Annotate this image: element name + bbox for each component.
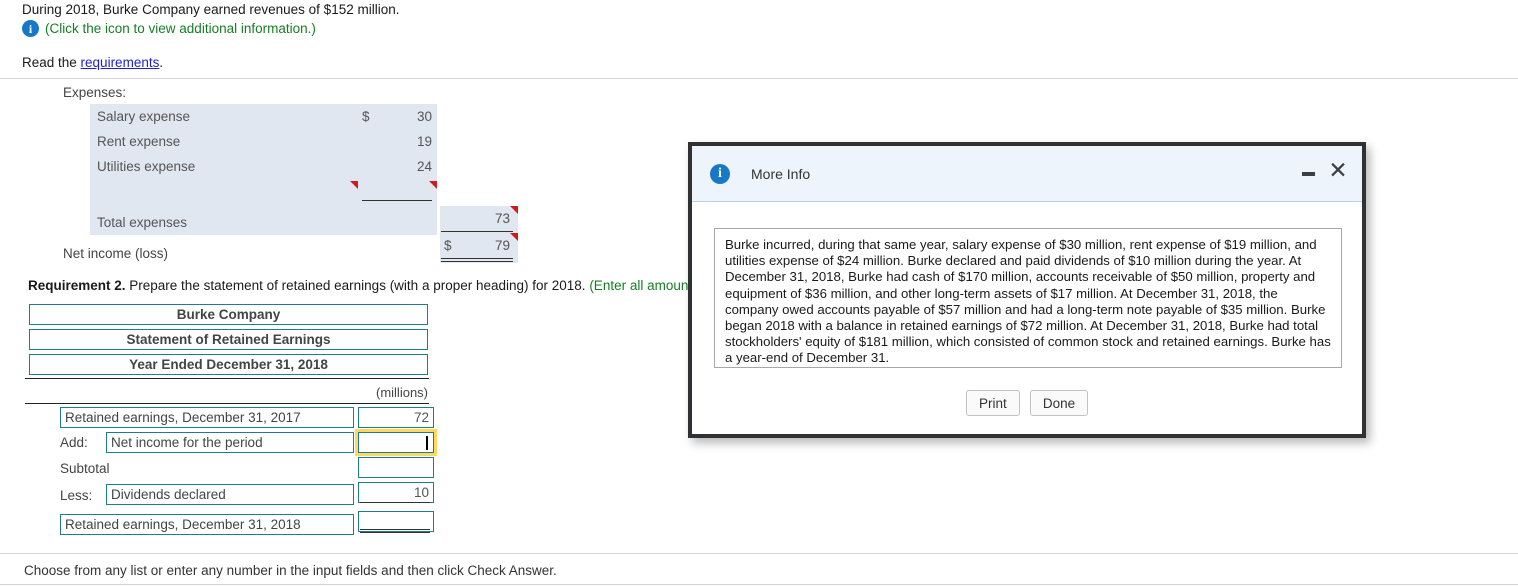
bottom-instruction: Choose from any list or enter any number… [24,563,557,578]
print-button[interactable]: Print [965,390,1020,416]
units-label: (millions) [376,385,428,400]
done-button[interactable]: Done [1029,390,1089,416]
close-icon[interactable]: ✕ [1324,156,1352,184]
total-expenses-amount: 73 [494,211,510,226]
net-income-input[interactable] [358,432,434,453]
statement-rule-under-units [25,403,429,404]
line-label-subtotal: Subtotal [60,461,110,476]
problem-statement-line: During 2018, Burke Company earned revenu… [22,2,400,17]
divider-bottom-2 [0,584,1518,585]
more-info-trigger-row: i (Click the icon to view additional inf… [22,20,316,37]
read-requirements-line: Read the requirements. [22,55,163,70]
line-label-field[interactable]: Dividends declared [106,484,354,505]
expense-row-amount: 24 [416,159,432,174]
expense-row-label: Salary expense [97,109,191,124]
line-prefix-add: Add: [60,435,88,450]
ending-balance-double-rule [360,529,430,533]
requirement-2-text: Prepare the statement of retained earnin… [125,278,590,293]
net-income-amount: 79 [494,238,510,253]
more-info-dialog: i More Info ✕ Burke incurred, during tha… [688,142,1366,438]
statement-heading-company[interactable]: Burke Company [29,304,428,325]
statement-heading-title[interactable]: Statement of Retained Earnings [29,329,428,350]
info-icon-note: (Click the icon to view additional infor… [45,21,316,36]
expense-row-dollar: $ [362,109,370,124]
info-icon: i [710,163,730,184]
expense-row-label: Utilities expense [97,159,196,174]
dialog-title: More Info [751,165,811,182]
error-marker-icon [510,206,518,214]
line-prefix-less: Less: [60,488,93,503]
exercise-page: During 2018, Burke Company earned revenu… [0,0,1518,587]
net-income-double-rule [441,258,513,262]
minimize-icon[interactable] [1298,164,1318,184]
line-label-field[interactable]: Retained earnings, December 31, 2017 [60,407,354,428]
error-marker-icon [429,181,437,189]
expenses-header: Expenses: [63,85,127,100]
total-expenses-label: Total expenses [97,215,188,230]
error-marker-icon [510,233,518,241]
requirements-link[interactable]: requirements [81,55,160,70]
expense-row-label: Rent expense [97,134,181,149]
statement-rule-top [25,378,429,379]
dialog-body-text: Burke incurred, during that same year, s… [714,228,1342,368]
requirement-2-number: Requirement 2. [28,278,126,293]
subtotal-value-field[interactable] [358,457,434,478]
read-prefix: Read the [22,55,81,70]
statement-heading-period[interactable]: Year Ended December 31, 2018 [29,354,428,375]
divider-top [0,78,1518,79]
line-value-field[interactable]: 10 [358,482,434,503]
line-label-field[interactable]: Net income for the period [106,432,354,453]
dialog-header: i More Info ✕ [692,146,1362,202]
dividends-rule [360,502,430,503]
line-value-field[interactable]: 72 [358,407,434,428]
net-income-label: Net income (loss) [63,246,169,261]
info-icon[interactable]: i [22,20,39,37]
dialog-footer: Print Done [692,390,1362,416]
net-income-dollar: $ [444,238,452,253]
error-marker-icon [350,181,358,189]
line-label-field[interactable]: Retained earnings, December 31, 2018 [60,514,354,535]
total-expenses-rule [441,231,513,232]
text-caret [426,436,428,450]
subtotal-rule [362,200,432,201]
requirement-2-instruction: Requirement 2. Prepare the statement of … [28,278,713,293]
divider-bottom [0,553,1518,554]
expense-row-amount: 19 [416,134,432,149]
expense-row-amount: 30 [416,109,432,124]
read-suffix: . [159,55,164,70]
